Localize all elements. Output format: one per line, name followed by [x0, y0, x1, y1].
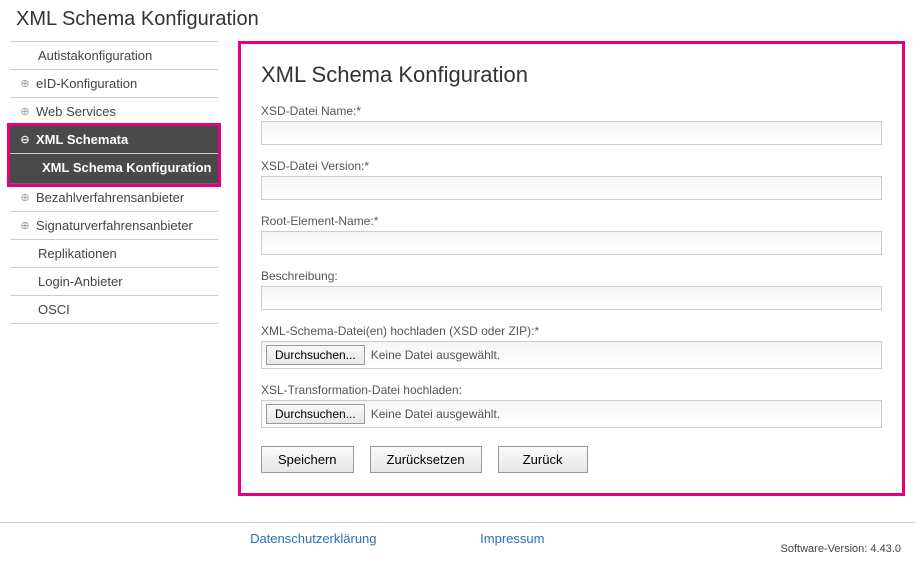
plus-circle-icon: ⊕ [18, 77, 32, 91]
spacer-icon [24, 302, 34, 316]
browse-xsd-button[interactable]: Durchsuchen... [266, 345, 365, 365]
spacer-icon [24, 246, 34, 260]
sidebar-item-eid-konfiguration[interactable]: ⊕ eID-Konfiguration [10, 70, 218, 98]
sidebar-item-autistakonfiguration[interactable]: Autistakonfiguration [10, 42, 218, 70]
privacy-link[interactable]: Datenschutzerklärung [250, 531, 376, 546]
sidebar-item-web-services[interactable]: ⊕ Web Services [10, 98, 218, 126]
spacer-icon [24, 274, 34, 288]
sidebar-item-label: Web Services [36, 104, 116, 119]
description-input[interactable] [261, 286, 882, 310]
sidebar-item-replikationen[interactable]: Replikationen [10, 240, 218, 268]
upload-xsl-label: XSL-Transformation-Datei hochladen: [261, 383, 882, 397]
browse-xsl-button[interactable]: Durchsuchen... [266, 404, 365, 424]
xsd-name-input[interactable] [261, 121, 882, 145]
panel-title: XML Schema Konfiguration [261, 62, 882, 88]
sidebar-item-label: Login-Anbieter [38, 274, 123, 289]
sidebar-item-label: XML Schema Konfiguration [42, 160, 212, 177]
minus-circle-icon: ⊖ [18, 133, 32, 147]
sidebar-item-label: Signaturverfahrensanbieter [36, 218, 193, 233]
sidebar-item-xml-schemata[interactable]: ⊖ XML Schemata [10, 126, 218, 154]
plus-circle-icon: ⊕ [18, 218, 32, 232]
upload-xsl-row: Durchsuchen... Keine Datei ausgewählt. [261, 400, 882, 428]
spacer-icon [24, 49, 34, 63]
footer: Datenschutzerklärung Impressum Software-… [0, 522, 915, 559]
sidebar-item-label: Autistakonfiguration [38, 48, 152, 63]
sidebar-item-login-anbieter[interactable]: Login-Anbieter [10, 268, 218, 296]
sidebar-item-xml-schema-konfiguration[interactable]: XML Schema Konfiguration [10, 154, 218, 184]
sidebar-item-osci[interactable]: OSCI [10, 296, 218, 324]
xsd-version-input[interactable] [261, 176, 882, 200]
plus-circle-icon: ⊕ [18, 105, 32, 119]
page-title: XML Schema Konfiguration [0, 0, 915, 41]
xsd-name-label: XSD-Datei Name:* [261, 104, 882, 118]
sidebar-item-bezahlverfahrensanbieter[interactable]: ⊕ Bezahlverfahrensanbieter [10, 184, 218, 212]
sidebar-item-label: XML Schemata [36, 132, 128, 147]
xsd-version-label: XSD-Datei Version:* [261, 159, 882, 173]
back-button[interactable]: Zurück [498, 446, 588, 473]
main-panel: XML Schema Konfiguration XSD-Datei Name:… [238, 41, 905, 496]
save-button[interactable]: Speichern [261, 446, 354, 473]
upload-xsl-status: Keine Datei ausgewählt. [371, 407, 500, 421]
sidebar-item-label: Bezahlverfahrensanbieter [36, 190, 184, 205]
description-label: Beschreibung: [261, 269, 882, 283]
root-element-input[interactable] [261, 231, 882, 255]
sidebar: Autistakonfiguration ⊕ eID-Konfiguration… [10, 41, 218, 496]
sidebar-item-signaturverfahrensanbieter[interactable]: ⊕ Signaturverfahrensanbieter [10, 212, 218, 240]
root-element-label: Root-Element-Name:* [261, 214, 882, 228]
reset-button[interactable]: Zurücksetzen [370, 446, 482, 473]
software-version: Software-Version: 4.43.0 [781, 543, 901, 555]
upload-xsd-row: Durchsuchen... Keine Datei ausgewählt. [261, 341, 882, 369]
upload-xsd-status: Keine Datei ausgewählt. [371, 348, 500, 362]
sidebar-item-label: Replikationen [38, 246, 117, 261]
plus-circle-icon: ⊕ [18, 190, 32, 204]
sidebar-item-label: OSCI [38, 302, 70, 317]
sidebar-item-label: eID-Konfiguration [36, 76, 137, 91]
upload-xsd-label: XML-Schema-Datei(en) hochladen (XSD oder… [261, 324, 882, 338]
imprint-link[interactable]: Impressum [480, 531, 544, 546]
